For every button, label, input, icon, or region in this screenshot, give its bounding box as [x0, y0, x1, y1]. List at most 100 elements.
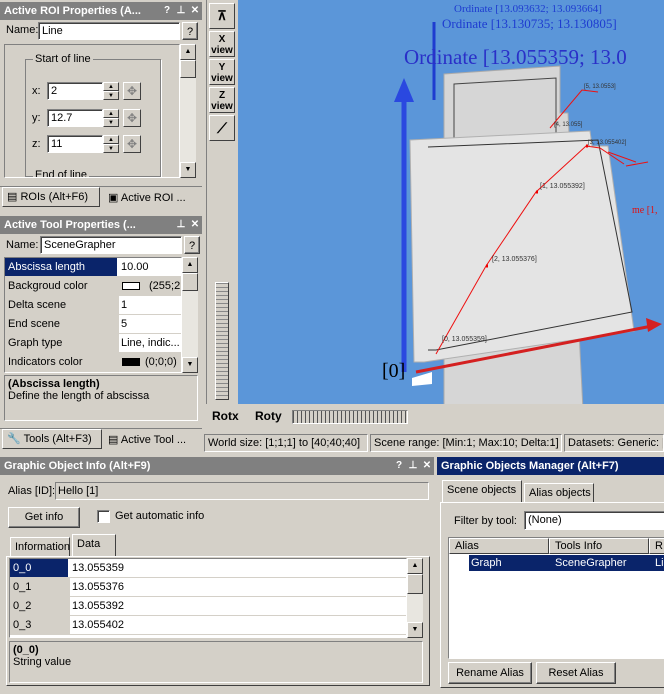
property-row[interactable]: Indicators color (0;0;0) [5, 353, 181, 372]
panel-menu-icon[interactable]: ? [394, 460, 404, 472]
scroll-up-icon[interactable]: ▲ [180, 44, 196, 60]
scroll-thumb[interactable] [182, 273, 198, 291]
alias-label: Alias [ID]: [8, 485, 56, 497]
tab-active-tool[interactable]: ▤ Active Tool ... [104, 431, 200, 451]
property-row[interactable]: Backgroud color (255;2 [5, 277, 181, 296]
property-value[interactable]: (0;0;0) [145, 353, 177, 371]
z-view-button[interactable]: Z view [209, 87, 235, 113]
data-grid: 0_0 13.055359 0_1 13.055376 0_2 13.05539… [9, 558, 407, 638]
x-pick-icon[interactable]: ✥ [123, 82, 141, 100]
pin-icon[interactable]: ⊥ [176, 219, 186, 231]
tab-information[interactable]: Information [10, 537, 70, 557]
z-pick-icon[interactable]: ✥ [123, 135, 141, 153]
y-view-button[interactable]: Y view [209, 59, 235, 85]
data-row[interactable]: 0_0 13.055359 [10, 559, 406, 578]
rotation-slider[interactable] [292, 410, 408, 424]
rename-alias-button[interactable]: Rename Alias [448, 662, 532, 684]
roi-scrollbar[interactable]: ▲ ▼ [180, 44, 196, 178]
status-world-size: World size: [1;1;1] to [40;40;40] [204, 434, 368, 452]
scroll-down-icon[interactable]: ▼ [180, 162, 196, 178]
scroll-thumb[interactable] [180, 60, 196, 78]
data-value[interactable]: 13.055402 [70, 616, 406, 634]
z-view-label: Z view [211, 90, 233, 112]
data-desc-title: (0_0) [13, 644, 39, 656]
property-value[interactable]: (255;2 [149, 277, 180, 295]
property-value[interactable]: 5 [119, 315, 181, 333]
roi-name-label: Name: [6, 24, 39, 36]
property-key: Delta scene [8, 299, 67, 311]
close-icon[interactable]: ✕ [190, 219, 200, 231]
tab-scene-objects-label: Scene objects [447, 484, 517, 496]
y-pick-icon[interactable]: ✥ [123, 109, 141, 127]
x-spinner[interactable]: ▲ ▼ [103, 82, 119, 100]
data-row[interactable]: 0_3 13.055402 [10, 616, 406, 635]
auto-info-checkbox[interactable] [97, 510, 110, 523]
z-spinner[interactable]: ▲ ▼ [103, 135, 119, 153]
roi-help-button[interactable]: ? [182, 22, 198, 40]
y-spinner[interactable]: ▲ ▼ [103, 109, 119, 127]
y-input[interactable]: 12.7 [47, 109, 103, 127]
tab-rois[interactable]: ▤ ROIs (Alt+F6) [2, 187, 100, 207]
ordinate-label-big: Ordinate [13.055359; 13.0 [404, 45, 627, 69]
tool-scrollbar[interactable]: ▲ ▼ [182, 257, 198, 373]
scroll-thumb[interactable] [407, 574, 423, 594]
property-row[interactable]: Abscissa length 10.00 [5, 258, 181, 277]
tab-data[interactable]: Data [72, 534, 116, 557]
scroll-up-icon[interactable]: ▲ [182, 257, 198, 273]
property-row[interactable]: End scene 5 [5, 315, 181, 334]
scroll-up-icon[interactable]: ▲ [407, 558, 423, 574]
property-value[interactable]: 1 [119, 296, 181, 314]
tab-tools-label: Tools (Alt+F3) [23, 433, 92, 445]
x-view-button[interactable]: X view [209, 31, 235, 57]
property-value[interactable]: Line, indic... [119, 334, 181, 352]
y-view-label: Y view [211, 62, 233, 84]
data-row[interactable]: 0_2 13.055392 [10, 597, 406, 616]
filter-select[interactable]: (None) [524, 511, 664, 530]
tab-scene-objects[interactable]: Scene objects [442, 480, 522, 503]
point-label: [1, 13.055392] [540, 183, 585, 190]
data-key: 0_3 [13, 619, 32, 631]
data-scrollbar[interactable]: ▲ ▼ [407, 558, 423, 638]
reset-alias-button[interactable]: Reset Alias [536, 662, 616, 684]
data-value[interactable]: 13.055376 [70, 578, 406, 596]
z-input[interactable]: 11 [47, 135, 103, 153]
z-label: z: [32, 138, 41, 150]
panel-menu-icon[interactable]: ? [162, 5, 172, 17]
info-panel-titlebar: Graphic Object Info (Alt+F9) ? ⊥ ✕ [0, 457, 434, 475]
tab-active-roi[interactable]: ▣ Active ROI ... [104, 189, 200, 209]
tool-help-button[interactable]: ? [184, 236, 200, 254]
property-value[interactable]: 10.00 [119, 258, 149, 276]
objects-row[interactable]: Graph SceneGrapher Li [469, 555, 664, 571]
delete-line-icon[interactable]: ⟋ [209, 115, 235, 141]
alias-value: Hello [1] [55, 482, 429, 500]
point-label: [4, 13.055] [554, 122, 583, 128]
pin-icon[interactable]: ⊥ [176, 5, 186, 17]
property-row[interactable]: Delta scene 1 [5, 296, 181, 315]
close-icon[interactable]: ✕ [190, 5, 200, 17]
scroll-down-icon[interactable]: ▼ [407, 622, 423, 638]
zoom-slider[interactable] [215, 282, 229, 400]
column-header-tools-info[interactable]: Tools Info [549, 538, 649, 554]
column-header-alias[interactable]: Alias [449, 538, 549, 554]
row-tool: SceneGrapher [555, 557, 627, 569]
scroll-down-icon[interactable]: ▼ [182, 357, 198, 373]
pin-icon[interactable]: ⊥ [408, 460, 418, 472]
tool-panel-titlebar: Active Tool Properties (... ⊥ ✕ [0, 216, 202, 234]
property-key: Graph type [8, 337, 63, 349]
tab-tools[interactable]: 🔧 Tools (Alt+F3) [2, 429, 102, 449]
tab-alias-objects[interactable]: Alias objects [524, 483, 594, 503]
data-row[interactable]: 0_1 13.055376 [10, 578, 406, 597]
property-row[interactable]: Graph type Line, indic... [5, 334, 181, 353]
scene-viewport[interactable]: Ordinate [13.093632; 13.093664] Ordinate… [238, 0, 664, 404]
roi-name-input[interactable]: Line [38, 22, 180, 40]
column-header-r[interactable]: R [649, 538, 664, 554]
close-icon[interactable]: ✕ [422, 460, 432, 472]
tool-name-input[interactable]: SceneGrapher [40, 236, 182, 254]
tab-active-tool-label: Active Tool ... [120, 434, 187, 446]
axes-view-icon[interactable]: ⊼ [209, 3, 235, 29]
data-key: 0_1 [13, 581, 32, 593]
get-info-button[interactable]: Get info [8, 507, 80, 528]
data-value[interactable]: 13.055392 [70, 597, 406, 615]
data-value[interactable]: 13.055359 [70, 559, 124, 577]
x-input[interactable]: 2 [47, 82, 103, 100]
